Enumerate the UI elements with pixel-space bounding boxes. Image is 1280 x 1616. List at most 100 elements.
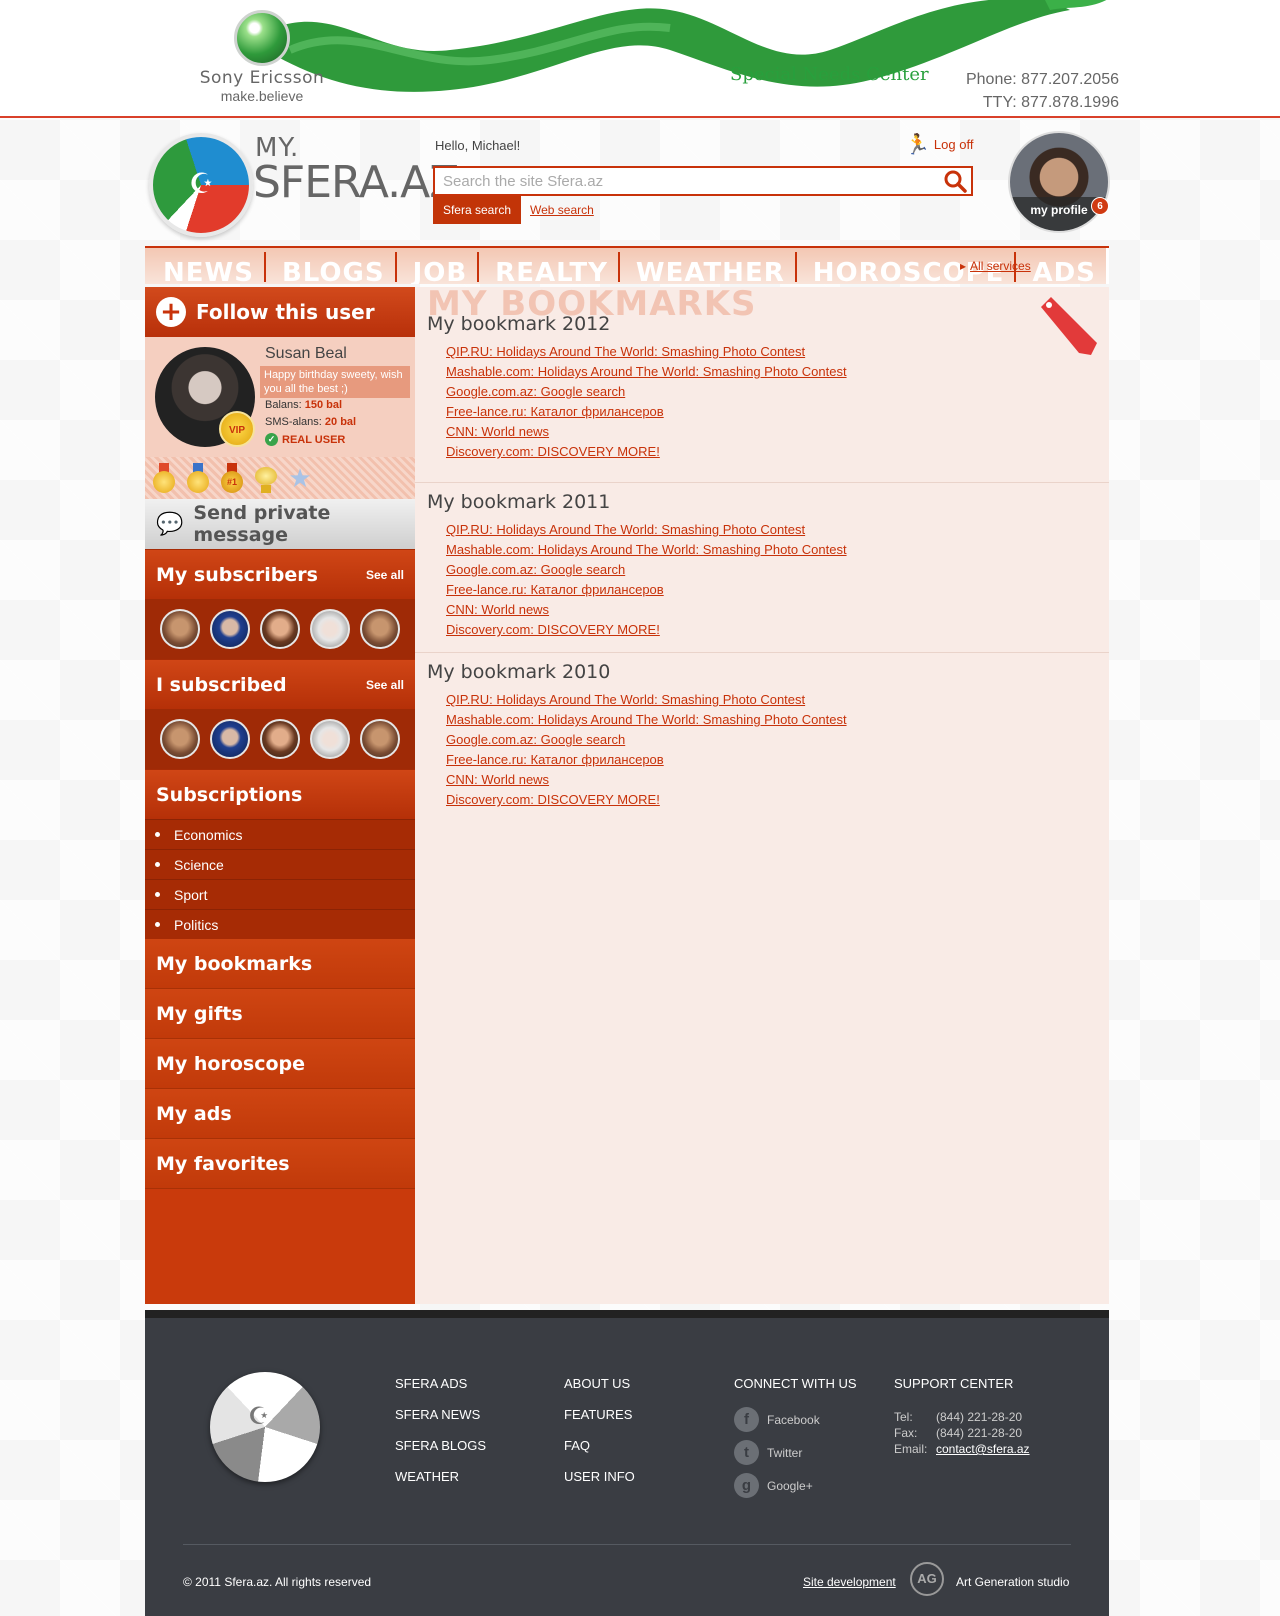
chat-bubble-icon: 💬	[156, 511, 184, 537]
footer-sfera-logo[interactable]	[210, 1372, 320, 1482]
avatar[interactable]	[360, 609, 400, 649]
avatar[interactable]	[310, 609, 350, 649]
avatar[interactable]	[360, 719, 400, 759]
sidebar-link-favorites[interactable]: My favorites	[145, 1139, 415, 1189]
sidebar-link-gifts[interactable]: My gifts	[145, 989, 415, 1039]
bookmark-link[interactable]: QIP.RU: Holidays Around The World: Smash…	[446, 522, 805, 537]
sponsor-tty: TTY: 877.878.1996	[982, 94, 1119, 111]
bookmark-link[interactable]: CNN: World news	[446, 772, 549, 787]
bookmark-link[interactable]: Free-lance.ru: Каталог фрилансеров	[446, 752, 664, 767]
footer-link-about-us[interactable]: ABOUT US	[564, 1376, 635, 1391]
silver-blue-medal-icon[interactable]	[185, 463, 211, 493]
sponsor-contacts: Phone: 877.207.2056 TTY: 877.878.1996	[966, 68, 1119, 114]
nav-blogs[interactable]: BLOGS	[263, 248, 395, 284]
subscribed-avatars	[145, 709, 415, 769]
subscription-item[interactable]: Sport	[145, 879, 415, 909]
art-generation-logo-icon[interactable]: AG	[910, 1562, 944, 1596]
avatar[interactable]	[210, 609, 250, 649]
email-link[interactable]: contact@sfera.az	[936, 1441, 1030, 1457]
bookmark-link[interactable]: Discovery.com: DISCOVERY MORE!	[446, 622, 660, 637]
bookmark-link[interactable]: Mashable.com: Holidays Around The World:…	[446, 712, 847, 727]
bookmark-link[interactable]: Mashable.com: Holidays Around The World:…	[446, 364, 847, 379]
bookmark-link[interactable]: Google.com.az: Google search	[446, 732, 625, 747]
gold-medal-icon[interactable]	[151, 463, 177, 493]
bookmark-group-title: My bookmark 2012	[427, 313, 611, 335]
footer-link-faq[interactable]: FAQ	[564, 1438, 635, 1453]
nav-job[interactable]: JOB	[394, 248, 478, 284]
google-plus-link[interactable]: g Google+	[734, 1473, 857, 1498]
avatar[interactable]	[260, 609, 300, 649]
subscribed-see-all[interactable]: See all	[366, 678, 404, 692]
bookmark-link[interactable]: Google.com.az: Google search	[446, 384, 625, 399]
footer-link-sfera-news[interactable]: SFERA NEWS	[395, 1407, 486, 1422]
subscribers-see-all[interactable]: See all	[366, 568, 404, 582]
send-message-button[interactable]: 💬 Send private message	[145, 499, 415, 549]
bookmark-link[interactable]: CNN: World news	[446, 424, 549, 439]
avatar[interactable]	[210, 719, 250, 759]
footer-link-user-info[interactable]: USER INFO	[564, 1469, 635, 1484]
rank-one-medal-icon[interactable]: #1	[219, 463, 245, 493]
subscription-item[interactable]: Economics	[145, 819, 415, 849]
star-medal-icon[interactable]: ★	[287, 463, 313, 493]
subscribers-title: My subscribers	[156, 563, 318, 586]
bookmark-link[interactable]: Discovery.com: DISCOVERY MORE!	[446, 792, 660, 807]
support-tel: Tel: (844) 221-28-20	[894, 1409, 1030, 1425]
sidebar-link-horoscope[interactable]: My horoscope	[145, 1039, 415, 1089]
bookmark-link[interactable]: CNN: World news	[446, 602, 549, 617]
bookmark-group-2010: My bookmark 2010 QIP.RU: Holidays Around…	[415, 653, 1109, 823]
twitter-link[interactable]: t Twitter	[734, 1440, 857, 1465]
site-logo[interactable]: MY. SFERA.AZ	[147, 129, 459, 241]
all-services-link[interactable]: All services	[960, 259, 1031, 273]
footer-link-sfera-blogs[interactable]: SFERA BLOGS	[395, 1438, 486, 1453]
logoff-link[interactable]: 🏃 Log off	[905, 132, 973, 157]
bookmark-link[interactable]: Free-lance.ru: Каталог фрилансеров	[446, 404, 664, 419]
avatar[interactable]	[160, 609, 200, 649]
search-input[interactable]	[435, 168, 925, 194]
sponsor-slogan: make.believe	[220, 88, 304, 104]
search-icon[interactable]	[943, 169, 967, 193]
footer-column-support: SUPPORT CENTER Tel: (844) 221-28-20 Fax: (…	[894, 1376, 1030, 1457]
bookmark-link[interactable]: Discovery.com: DISCOVERY MORE!	[446, 444, 660, 459]
subscription-item[interactable]: Science	[145, 849, 415, 879]
sponsor-brand: Sony Ericsson	[199, 68, 325, 88]
bookmark-link[interactable]: Google.com.az: Google search	[446, 562, 625, 577]
footer-link-sfera-ads[interactable]: SFERA ADS	[395, 1376, 486, 1391]
connect-title: CONNECT WITH US	[734, 1376, 857, 1391]
bookmark-link[interactable]: Mashable.com: Holidays Around The World:…	[446, 542, 847, 557]
running-man-icon: 🏃	[905, 134, 930, 156]
avatar[interactable]	[310, 719, 350, 759]
support-email: Email: contact@sfera.az	[894, 1441, 1030, 1457]
google-plus-icon: g	[734, 1473, 759, 1498]
search-tab-web[interactable]: Web search	[530, 203, 594, 217]
sms-line: SMS-alans: 20 bal	[265, 416, 356, 428]
avatar[interactable]	[160, 719, 200, 759]
subscription-item[interactable]: Politics	[145, 909, 415, 939]
footer-link-features[interactable]: FEATURES	[564, 1407, 635, 1422]
nav-realty[interactable]: REALTY	[477, 248, 618, 284]
sidebar-link-ads[interactable]: My ads	[145, 1089, 415, 1139]
search-tab-sfera[interactable]: Sfera search	[433, 196, 521, 224]
award-medal-icon[interactable]	[253, 463, 279, 493]
facebook-link[interactable]: f Facebook	[734, 1407, 857, 1432]
sony-ericsson-logo: Sony Ericsson make.believe	[192, 10, 332, 104]
plus-icon: +	[156, 297, 186, 327]
avatar[interactable]	[260, 719, 300, 759]
logoff-label: Log off	[933, 137, 974, 152]
subscribed-header: I subscribed See all	[145, 659, 415, 709]
nav-news[interactable]: NEWS	[145, 248, 264, 284]
main-content: MY BOOKMARKS My bookmark 2012 QIP.RU: Ho…	[415, 284, 1109, 1304]
sidebar-link-bookmarks[interactable]: My bookmarks	[145, 939, 415, 989]
promo-banner[interactable]: Sony Ericsson make.believe Special Needs…	[0, 0, 1280, 118]
footer-link-weather[interactable]: WEATHER	[395, 1469, 486, 1484]
bookmark-link[interactable]: QIP.RU: Holidays Around The World: Smash…	[446, 344, 805, 359]
bookmark-link[interactable]: Free-lance.ru: Каталог фрилансеров	[446, 582, 664, 597]
subscribers-avatars	[145, 599, 415, 659]
profile-avatar[interactable]: my profile	[1008, 131, 1110, 233]
sfera-globe-icon	[149, 133, 253, 237]
nav-weather[interactable]: WEATHER	[617, 248, 795, 284]
site-development-link[interactable]: Site development	[803, 1575, 896, 1589]
follow-user-button[interactable]: + Follow this user	[145, 287, 415, 337]
subscription-label: Politics	[174, 916, 219, 933]
bookmark-link[interactable]: QIP.RU: Holidays Around The World: Smash…	[446, 692, 805, 707]
real-user-label: REAL USER	[282, 433, 346, 446]
